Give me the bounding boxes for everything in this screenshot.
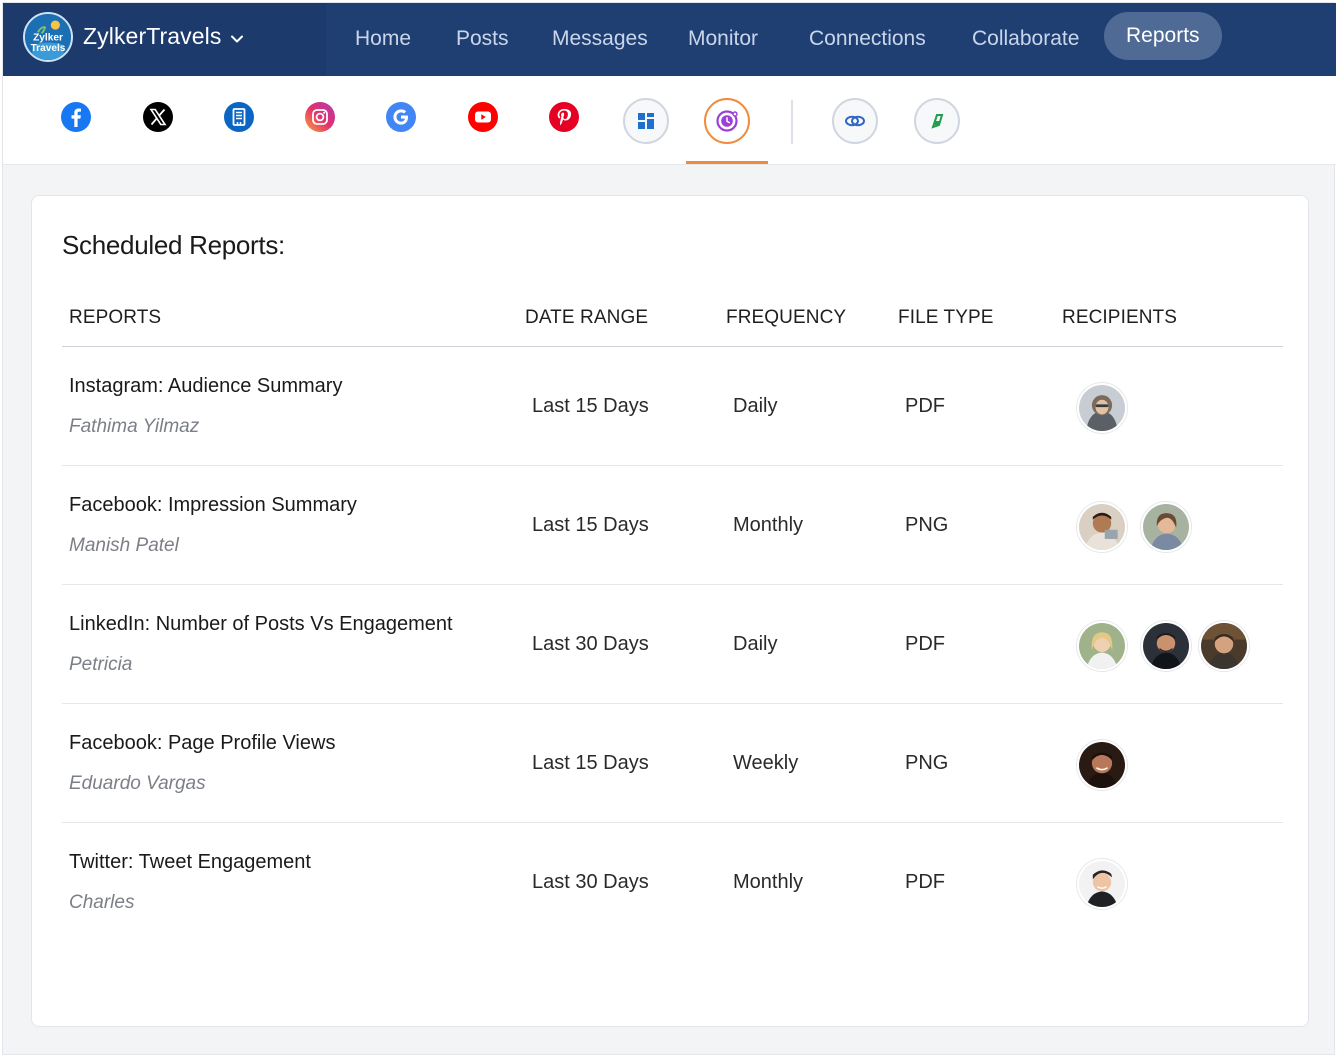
app-window: Zylker Travels ZylkerTravels Home Posts … xyxy=(2,2,1336,1055)
integrations-icon[interactable] xyxy=(832,98,878,144)
report-title[interactable]: Facebook: Page Profile Views xyxy=(69,732,335,755)
report-title[interactable]: Instagram: Audience Summary xyxy=(69,375,342,398)
file-type: PDF xyxy=(905,395,945,417)
frequency: Monthly xyxy=(733,514,804,536)
instagram-icon[interactable] xyxy=(303,100,337,134)
nav-collaborate[interactable]: Collaborate xyxy=(972,25,1079,53)
divider xyxy=(791,100,793,144)
top-navigation: Zylker Travels ZylkerTravels Home Posts … xyxy=(3,3,1336,76)
file-type: PNG xyxy=(905,752,949,774)
column-header-frequency: FREQUENCY xyxy=(726,307,847,328)
network-tabs xyxy=(3,76,1336,165)
table-row[interactable]: Instagram: Audience Summary Fathima Yilm… xyxy=(62,347,1283,466)
nav-home[interactable]: Home xyxy=(355,25,411,53)
nav-monitor[interactable]: Monitor xyxy=(688,25,758,53)
scheduled-reports-icon[interactable] xyxy=(704,98,750,144)
column-header-reports: REPORTS xyxy=(69,307,162,328)
table-row[interactable]: Twitter: Tweet Engagement Charles Last 3… xyxy=(62,823,1283,942)
report-owner: Charles xyxy=(69,892,135,913)
file-type: PNG xyxy=(905,514,949,536)
date-range: Last 30 Days xyxy=(532,871,649,893)
date-range: Last 30 Days xyxy=(532,633,649,655)
avatar[interactable] xyxy=(1077,859,1127,909)
column-header-file-type: FILE TYPE xyxy=(898,307,994,328)
table-row[interactable]: Facebook: Impression Summary Manish Pate… xyxy=(62,466,1283,585)
youtube-icon[interactable] xyxy=(466,100,500,134)
linkedin-pages-icon[interactable] xyxy=(222,100,256,134)
column-header-date-range: DATE RANGE xyxy=(525,307,649,328)
active-tab-indicator xyxy=(686,161,768,164)
brand-name: ZylkerTravels xyxy=(83,23,222,49)
pinterest-icon[interactable] xyxy=(547,100,581,134)
brand-switcher[interactable]: Zylker Travels ZylkerTravels xyxy=(3,3,326,76)
nav-reports[interactable]: Reports xyxy=(1104,12,1222,60)
report-owner: Manish Patel xyxy=(69,535,179,556)
avatar[interactable] xyxy=(1141,621,1191,671)
x-icon[interactable] xyxy=(141,100,175,134)
nav-connections[interactable]: Connections xyxy=(809,25,926,53)
frequency: Monthly xyxy=(733,871,804,893)
google-icon[interactable] xyxy=(384,100,418,134)
table-row[interactable]: LinkedIn: Number of Posts Vs Engagement … xyxy=(62,585,1283,704)
table-row[interactable]: Facebook: Page Profile Views Eduardo Var… xyxy=(62,704,1283,823)
file-type: PDF xyxy=(905,633,945,655)
avatar[interactable] xyxy=(1077,740,1127,790)
date-range: Last 15 Days xyxy=(532,514,649,536)
frequency: Daily xyxy=(733,395,778,417)
avatar[interactable] xyxy=(1077,502,1127,552)
page-title: Scheduled Reports: xyxy=(62,230,285,260)
avatar[interactable] xyxy=(1199,621,1249,671)
brand-logo: Zylker Travels xyxy=(23,12,73,62)
date-range: Last 15 Days xyxy=(532,752,649,774)
report-owner: Petricia xyxy=(69,654,133,675)
chevron-down-icon[interactable] xyxy=(229,31,245,47)
nav-posts[interactable]: Posts xyxy=(456,25,509,53)
dashboard-icon[interactable] xyxy=(623,98,669,144)
report-owner: Eduardo Vargas xyxy=(69,773,206,794)
frequency: Daily xyxy=(733,633,778,655)
report-title[interactable]: Facebook: Impression Summary xyxy=(69,494,357,517)
facebook-icon[interactable] xyxy=(59,100,93,134)
logo-text-2: Travels xyxy=(31,43,66,54)
report-owner: Fathima Yilmaz xyxy=(69,416,200,437)
avatar[interactable] xyxy=(1077,621,1127,671)
frequency: Weekly xyxy=(733,752,799,774)
report-title[interactable]: Twitter: Tweet Engagement xyxy=(69,851,311,874)
scheduled-reports-card: Scheduled Reports: REPORTS DATE RANGE FR… xyxy=(31,195,1309,1027)
avatar[interactable] xyxy=(1141,502,1191,552)
file-type: PDF xyxy=(905,871,945,893)
nav-messages[interactable]: Messages xyxy=(552,25,648,53)
column-header-recipients: RECIPIENTS xyxy=(1062,307,1178,328)
date-range: Last 15 Days xyxy=(532,395,649,417)
zoho-icon[interactable] xyxy=(914,98,960,144)
avatar[interactable] xyxy=(1077,383,1127,433)
report-title[interactable]: LinkedIn: Number of Posts Vs Engagement xyxy=(69,613,453,636)
